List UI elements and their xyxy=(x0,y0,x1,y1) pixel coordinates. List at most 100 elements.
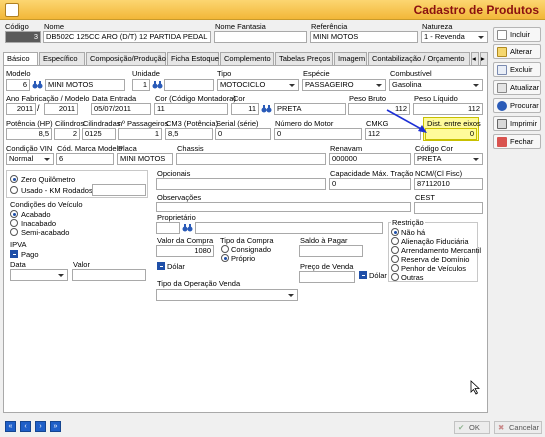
especie-select[interactable]: PASSAGEIRO xyxy=(302,79,386,91)
preco-venda-field[interactable] xyxy=(299,271,355,283)
tab-composicao[interactable]: Composição/Produção xyxy=(86,52,166,65)
acabado-radio[interactable] xyxy=(10,210,18,218)
cilindradas-field[interactable]: 0125 xyxy=(82,128,116,140)
placa-field[interactable]: MINI MOTOS xyxy=(117,153,173,165)
unidade-desc-field[interactable] xyxy=(164,79,214,91)
motor-field[interactable]: 0 xyxy=(274,128,362,140)
cancelar-button[interactable]: ✖ Cancelar xyxy=(494,421,542,434)
fantasia-field[interactable] xyxy=(214,31,307,43)
zero-km-radio[interactable] xyxy=(10,175,18,183)
ok-button[interactable]: ✔ OK xyxy=(454,421,490,434)
potencia-field[interactable]: 8,5 xyxy=(6,128,52,140)
cor-montadora-field[interactable]: 11 xyxy=(154,103,228,115)
opcionais-field[interactable] xyxy=(156,178,326,190)
combustivel-select[interactable]: Gasolina xyxy=(389,79,483,91)
tab-imagem[interactable]: Imagem xyxy=(334,52,367,65)
restricao-reserva-radio[interactable] xyxy=(391,255,399,263)
unidade-field[interactable]: 1 xyxy=(132,79,150,91)
codigo-cor-label: Código Cor xyxy=(415,144,453,153)
dolar-compra-checkbox[interactable] xyxy=(157,262,165,270)
incluir-button[interactable]: Incluir xyxy=(493,27,541,42)
dolar-venda-checkbox[interactable] xyxy=(359,271,367,279)
ano-fabricacao-field[interactable]: 2011 xyxy=(6,103,36,115)
procurar-button[interactable]: Procurar xyxy=(493,98,541,113)
binoculars-icon[interactable] xyxy=(261,104,272,114)
cod-marca-field[interactable]: 6 xyxy=(56,153,114,165)
tab-ficha-estoque[interactable]: Ficha Estoque xyxy=(167,52,219,65)
passageiros-field[interactable]: 1 xyxy=(118,128,162,140)
imprimir-button[interactable]: Imprimir xyxy=(493,116,541,131)
cor-code-field[interactable]: 11 xyxy=(231,103,259,115)
km-rodados-field[interactable] xyxy=(92,184,146,196)
opcionais-label: Opcionais xyxy=(157,169,191,178)
data-entrada-field[interactable]: 05/07/2011 xyxy=(91,103,151,115)
binoculars-icon[interactable] xyxy=(182,223,193,233)
referencia-field[interactable]: MINI MOTOS xyxy=(310,31,418,43)
restricao-alienacao-radio[interactable] xyxy=(391,237,399,245)
cm3-field[interactable]: 8,5 xyxy=(165,128,213,140)
procurar-label: Procurar xyxy=(510,101,539,110)
nome-field[interactable]: DB502C 125CC ARO (D/T) 12 PARTIDA PEDAL xyxy=(43,31,211,43)
observacoes-field[interactable] xyxy=(156,202,411,212)
alterar-button[interactable]: Alterar xyxy=(493,44,541,59)
chassis-field[interactable] xyxy=(176,153,326,165)
first-record-icon[interactable]: « xyxy=(5,421,16,432)
excluir-button[interactable]: Excluir xyxy=(493,62,541,77)
tab-scroll-right-icon[interactable]: ▸ xyxy=(480,52,488,65)
restricao-penhor-radio[interactable] xyxy=(391,264,399,272)
cap-tracao-field[interactable]: 0 xyxy=(329,178,411,190)
modelo-code-field[interactable]: 6 xyxy=(6,79,30,91)
restricao-outras-radio[interactable] xyxy=(391,273,399,281)
restricao-nao-ha-radio[interactable] xyxy=(391,228,399,236)
tab-basico[interactable]: Básico xyxy=(3,52,38,66)
binoculars-icon[interactable] xyxy=(152,80,163,90)
semi-acabado-radio[interactable] xyxy=(10,228,18,236)
inacabado-radio[interactable] xyxy=(10,219,18,227)
prev-record-icon[interactable]: ‹ xyxy=(20,421,31,432)
binoculars-icon[interactable] xyxy=(32,80,43,90)
tab-complemento[interactable]: Complemento xyxy=(220,52,274,65)
saldo-field[interactable] xyxy=(299,245,363,257)
restricao-arrendamento-radio[interactable] xyxy=(391,246,399,254)
tab-especifico[interactable]: Específico xyxy=(39,52,85,65)
condicao-vin-select[interactable]: Normal xyxy=(6,153,54,165)
proprietario-name-field[interactable] xyxy=(195,222,383,234)
ano-modelo-field[interactable]: 2011 xyxy=(44,103,78,115)
ipva-pago-checkbox[interactable] xyxy=(10,250,18,258)
usado-km-label: Usado - KM Rodados xyxy=(21,186,93,195)
cor-name-field[interactable]: PRETA xyxy=(274,103,346,115)
atualizar-button[interactable]: Atualizar xyxy=(493,80,541,95)
dist-eixos-field[interactable]: 0 xyxy=(425,128,477,140)
restricao-nao-ha-label: Não há xyxy=(401,228,426,237)
tab-bar: Básico Específico Composição/Produção Fi… xyxy=(3,52,488,66)
tipo-venda-label: Tipo da Operação Venda xyxy=(157,279,241,288)
codigo-field[interactable]: 3 xyxy=(5,31,41,43)
fechar-button[interactable]: Fechar xyxy=(493,134,541,149)
ipva-valor-field[interactable] xyxy=(72,269,146,281)
ncm-field[interactable]: 87112010 xyxy=(414,178,483,190)
codigo-cor-select[interactable]: PRETA xyxy=(414,153,483,165)
alterar-label: Alterar xyxy=(510,47,533,56)
last-record-icon[interactable]: » xyxy=(50,421,61,432)
tipo-compra-label: Tipo da Compra xyxy=(220,236,274,245)
consignado-radio[interactable] xyxy=(221,245,229,253)
modelo-name-field[interactable]: MINI MOTOS xyxy=(45,79,125,91)
tipo-select[interactable]: MOTOCICLO xyxy=(217,79,299,91)
serial-field[interactable]: 0 xyxy=(215,128,271,140)
fantasia-label: Nome Fantasia xyxy=(215,22,266,31)
tab-contabilizacao[interactable]: Contabilização / Orçamento xyxy=(368,52,470,65)
cilindros-field[interactable]: 2 xyxy=(54,128,80,140)
proprietario-code-field[interactable] xyxy=(156,222,180,234)
tab-scroll-left-icon[interactable]: ◂ xyxy=(471,52,479,65)
ipva-data-select[interactable] xyxy=(10,269,68,281)
usado-km-radio[interactable] xyxy=(10,186,18,194)
next-record-icon[interactable]: › xyxy=(35,421,46,432)
natureza-select[interactable]: 1 - Revenda xyxy=(421,31,488,43)
renavam-field[interactable]: 000000 xyxy=(329,153,411,165)
valor-compra-field[interactable]: 1080 xyxy=(156,245,214,257)
proprio-radio[interactable] xyxy=(221,254,229,262)
cest-field[interactable] xyxy=(414,202,483,214)
tab-tabelas-precos[interactable]: Tabelas Preços xyxy=(275,52,333,65)
proprietario-label: Proprietário xyxy=(157,213,196,222)
tipo-venda-select[interactable] xyxy=(156,289,298,301)
